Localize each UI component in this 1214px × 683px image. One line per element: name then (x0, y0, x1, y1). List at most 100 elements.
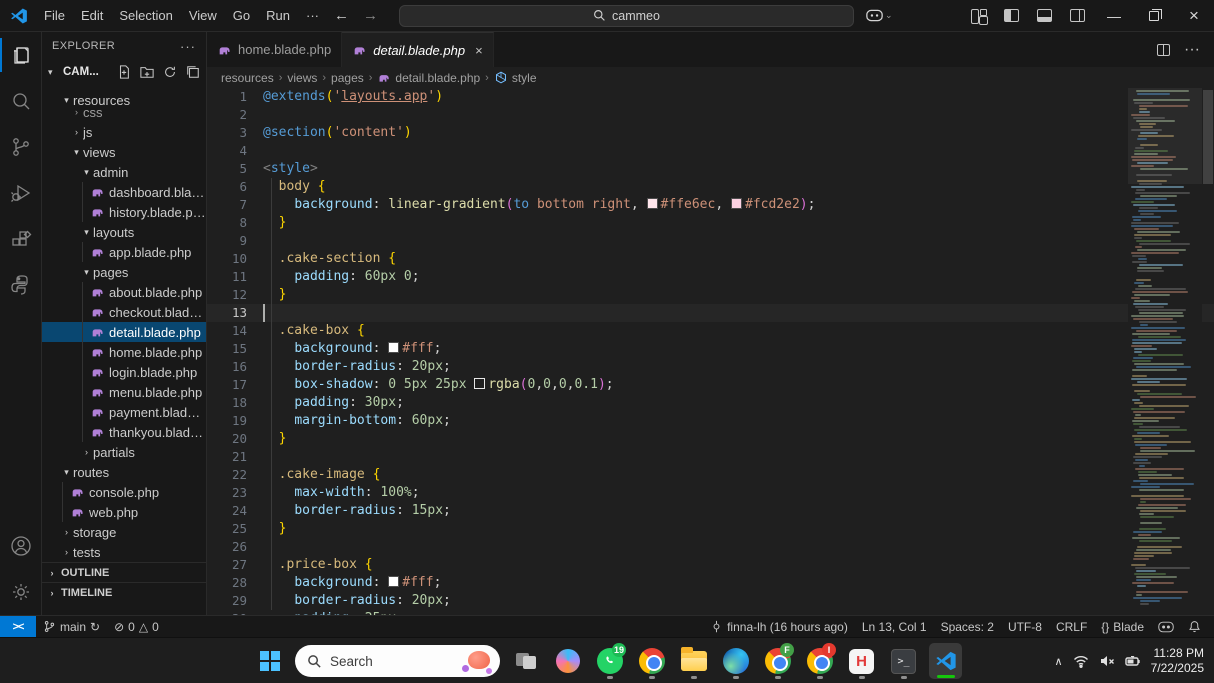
scrollbar-slider[interactable] (1203, 90, 1213, 184)
line-number[interactable]: 9 (207, 232, 247, 250)
tree-item-dashboard-blade----[interactable]: dashboard.blade.... (42, 182, 206, 202)
code-line-23[interactable]: 23 max-width: 100%; (207, 484, 1214, 502)
tree-item-tests[interactable]: › tests (42, 542, 206, 562)
git-branch-status[interactable]: main ↻ (36, 616, 107, 638)
code-line-26[interactable]: 26 (207, 538, 1214, 556)
code-line-9[interactable]: 9 (207, 232, 1214, 250)
line-number[interactable]: 19 (207, 412, 247, 430)
section-outline[interactable]: › OUTLINE (42, 562, 206, 582)
language-mode-status[interactable]: {} Blade (1094, 616, 1151, 638)
menu-go[interactable]: Go (225, 1, 258, 31)
tree-item-web-php[interactable]: web.php (42, 502, 206, 522)
color-swatch[interactable] (731, 198, 742, 209)
eol-status[interactable]: CRLF (1049, 616, 1094, 638)
settings-gear-icon[interactable] (0, 569, 42, 615)
whatsapp-button[interactable]: 19 (593, 641, 626, 681)
color-swatch[interactable] (474, 378, 486, 389)
line-number[interactable]: 13 (207, 304, 247, 322)
toggle-panel-icon[interactable] (1037, 9, 1052, 22)
run-debug-activity-icon[interactable] (0, 170, 42, 216)
line-number[interactable]: 21 (207, 448, 247, 466)
tree-item-console-php[interactable]: console.php (42, 482, 206, 502)
toggle-secondary-sidebar-icon[interactable] (1070, 9, 1085, 22)
chrome-profile-f-button[interactable]: F (761, 641, 794, 681)
sidebar-more-actions-icon[interactable]: ··· (180, 39, 196, 54)
line-number[interactable]: 24 (207, 502, 247, 520)
line-number[interactable]: 8 (207, 214, 247, 232)
last-commit-status[interactable]: finna-lh (16 hours ago) (703, 616, 855, 638)
line-number[interactable]: 17 (207, 376, 247, 394)
menu-view[interactable]: View (181, 1, 225, 31)
tree-item-login-blade-php[interactable]: login.blade.php (42, 362, 206, 382)
line-number[interactable]: 29 (207, 592, 247, 610)
tree-item-about-blade-php[interactable]: about.blade.php (42, 282, 206, 302)
code-line-6[interactable]: 6 body { (207, 178, 1214, 196)
line-number[interactable]: 23 (207, 484, 247, 502)
tree-item-views[interactable]: ▾ views (42, 142, 206, 162)
copilot-titlebar-button[interactable]: ⌄ (866, 9, 893, 22)
line-number[interactable]: 1 (207, 88, 247, 106)
chrome-button[interactable] (635, 641, 668, 681)
code-line-24[interactable]: 24 border-radius: 15px; (207, 502, 1214, 520)
code-line-5[interactable]: 5 <style> (207, 160, 1214, 178)
tree-item-home-blade-php[interactable]: home.blade.php (42, 342, 206, 362)
code-line-12[interactable]: 12 } (207, 286, 1214, 304)
code-line-22[interactable]: 22 .cake-image { (207, 466, 1214, 484)
indentation-status[interactable]: Spaces: 2 (934, 616, 1001, 638)
taskbar-clock[interactable]: 11:28 PM 7/22/2025 (1151, 646, 1204, 676)
menu-file[interactable]: File (36, 1, 73, 31)
line-number[interactable]: 5 (207, 160, 247, 178)
code-line-18[interactable]: 18 padding: 30px; (207, 394, 1214, 412)
line-number[interactable]: 4 (207, 142, 247, 160)
code-line-10[interactable]: 10 .cake-section { (207, 250, 1214, 268)
line-number[interactable]: 16 (207, 358, 247, 376)
code-line-21[interactable]: 21 (207, 448, 1214, 466)
remote-indicator[interactable]: >< (0, 615, 36, 638)
task-view-button[interactable] (509, 641, 542, 681)
editor-more-actions-icon[interactable]: ··· (1184, 41, 1200, 59)
line-number[interactable]: 27 (207, 556, 247, 574)
menu-edit[interactable]: Edit (73, 1, 111, 31)
code-line-8[interactable]: 8 } (207, 214, 1214, 232)
code-line-14[interactable]: 14 .cake-box { (207, 322, 1214, 340)
code-line-25[interactable]: 25 } (207, 520, 1214, 538)
code-line-16[interactable]: 16 border-radius: 20px; (207, 358, 1214, 376)
code-line-2[interactable]: 2 (207, 106, 1214, 124)
line-number[interactable]: 26 (207, 538, 247, 556)
navigate-forward-icon[interactable]: → (356, 7, 385, 24)
tree-item-menu-blade-php[interactable]: menu.blade.php (42, 382, 206, 402)
copilot-status[interactable] (1151, 616, 1181, 638)
project-section-header[interactable]: ▾ CAM... (42, 60, 206, 84)
minimap[interactable] (1128, 88, 1202, 615)
line-number[interactable]: 6 (207, 178, 247, 196)
tree-item-checkout-blade-p---[interactable]: checkout.blade.p... (42, 302, 206, 322)
color-swatch[interactable] (388, 576, 400, 587)
new-folder-icon[interactable] (140, 65, 154, 79)
explorer-activity-icon[interactable] (0, 32, 42, 78)
line-number[interactable]: 7 (207, 196, 247, 214)
menu-run[interactable]: Run (258, 1, 298, 31)
extensions-activity-icon[interactable] (0, 216, 42, 262)
line-number[interactable]: 2 (207, 106, 247, 124)
line-number[interactable]: 15 (207, 340, 247, 358)
toggle-primary-sidebar-icon[interactable] (1004, 9, 1019, 22)
menu-[interactable]: ··· (298, 1, 327, 31)
search-activity-icon[interactable] (0, 78, 42, 124)
edge-button[interactable] (719, 641, 752, 681)
code-line-13[interactable]: 13 (207, 304, 1214, 322)
source-control-activity-icon[interactable] (0, 124, 42, 170)
code-line-29[interactable]: 29 border-radius: 20px; (207, 592, 1214, 610)
vscode-taskbar-button[interactable] (929, 641, 962, 681)
editor-scrollbar[interactable] (1202, 88, 1214, 615)
tree-item-layouts[interactable]: ▾ layouts (42, 222, 206, 242)
cursor-position-status[interactable]: Ln 13, Col 1 (855, 616, 934, 638)
breadcrumb-item-style[interactable]: style (494, 71, 537, 85)
breadcrumb-item-resources[interactable]: resources (221, 71, 274, 85)
account-activity-icon[interactable] (0, 523, 42, 569)
collapse-folders-icon[interactable] (186, 65, 200, 79)
code-line-17[interactable]: 17 box-shadow: 0 5px 25px rgba(0,0,0,0.1… (207, 376, 1214, 394)
code-line-11[interactable]: 11 padding: 60px 0; (207, 268, 1214, 286)
code-line-20[interactable]: 20 } (207, 430, 1214, 448)
line-number[interactable]: 28 (207, 574, 247, 592)
customize-layout-icon[interactable] (971, 9, 987, 24)
